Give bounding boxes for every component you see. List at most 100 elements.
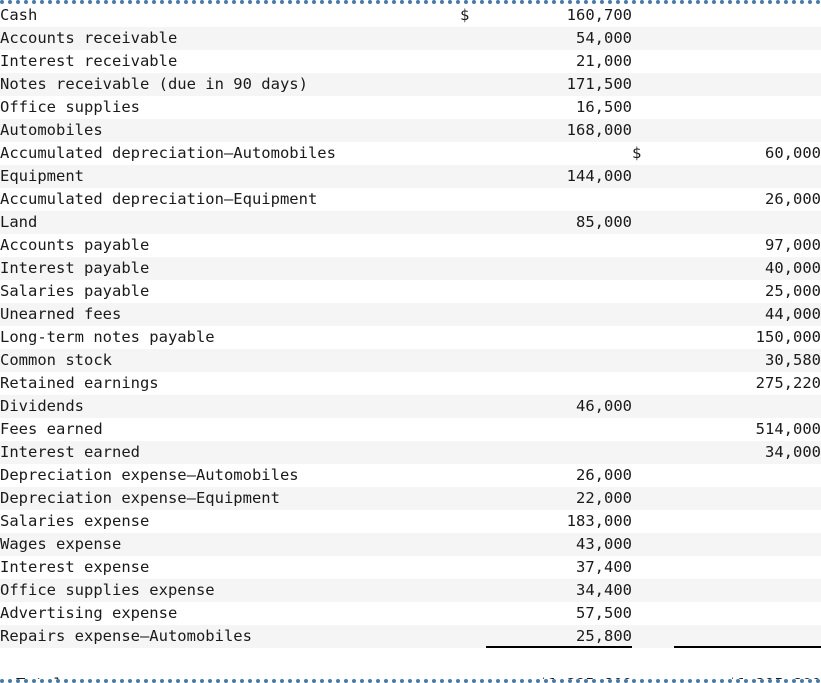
debit-currency-symbol	[460, 234, 486, 257]
table-row: Depreciation expense—Automobiles 26,000	[0, 464, 821, 487]
debit-amount-cell	[486, 418, 632, 441]
table-row: Land 85,000	[0, 211, 821, 234]
credit-amount-cell	[674, 50, 821, 73]
table-row: Salaries expense 183,000	[0, 510, 821, 533]
debit-currency-symbol	[460, 395, 486, 418]
account-name-cell: Long-term notes payable	[0, 328, 215, 346]
table-row: Advertising expense 57,500	[0, 602, 821, 625]
credit-currency-symbol	[632, 280, 674, 303]
credit-currency-symbol	[632, 4, 674, 27]
table-row: Repairs expense—Automobiles 25,800	[0, 625, 821, 648]
credit-amount-cell	[674, 556, 821, 579]
debit-amount-cell: 26,000	[576, 466, 632, 484]
credit-currency-symbol	[632, 487, 674, 510]
totals-credit-amount: $1,295,800	[674, 671, 821, 679]
account-name-cell: Office supplies	[0, 98, 140, 116]
debit-currency-symbol	[460, 625, 486, 648]
account-name-cell: Dividends	[0, 397, 84, 415]
debit-amount-cell	[486, 280, 632, 303]
credit-currency-symbol	[632, 50, 674, 73]
debit-amount-cell: 183,000	[566, 512, 632, 530]
table-row: Interest expense 37,400	[0, 556, 821, 579]
debit-amount-cell: 160,700	[566, 6, 632, 24]
account-name-cell: Interest expense	[0, 558, 150, 576]
credit-amount-cell	[674, 602, 821, 625]
debit-currency-symbol	[460, 464, 486, 487]
debit-amount-cell	[486, 257, 632, 280]
debit-amount-cell: 57,500	[576, 604, 632, 622]
account-name-cell: Retained earnings	[0, 374, 159, 392]
table-row: Cash $160,700	[0, 4, 821, 27]
debit-currency-symbol	[460, 211, 486, 234]
credit-currency-symbol	[632, 556, 674, 579]
account-name-cell: Salaries payable	[0, 282, 150, 300]
debit-currency-symbol	[460, 96, 486, 119]
credit-currency-symbol	[632, 234, 674, 257]
table-row: Notes receivable (due in 90 days) 171,500	[0, 73, 821, 96]
table-row: Interest earned 34,000	[0, 441, 821, 464]
account-name-cell: Office supplies expense	[0, 581, 215, 599]
account-name-cell: Accumulated depreciation—Automobiles	[0, 144, 336, 162]
debit-amount-cell: 16,500	[576, 98, 632, 116]
credit-amount-cell: 150,000	[755, 328, 821, 346]
credit-amount-cell: 44,000	[765, 305, 821, 323]
debit-currency-symbol	[460, 188, 486, 211]
trial-balance-table: Cash $160,700 Accounts receivable 54,000 Int…	[0, 4, 821, 679]
credit-currency-symbol	[632, 418, 674, 441]
credit-amount-cell	[674, 395, 821, 418]
credit-amount-cell: 25,000	[765, 282, 821, 300]
credit-currency-symbol	[632, 257, 674, 280]
credit-currency-symbol	[632, 441, 674, 464]
credit-amount-cell: 40,000	[765, 259, 821, 277]
credit-currency-symbol	[632, 510, 674, 533]
debit-currency-symbol	[460, 280, 486, 303]
totals-spacer-cell	[0, 648, 821, 671]
credit-amount-cell	[674, 487, 821, 510]
account-name-cell: Interest receivable	[0, 52, 178, 70]
totals-debit-amount: $1,295,800	[486, 671, 632, 679]
table-row: Depreciation expense—Equipment 22,000	[0, 487, 821, 510]
account-name-cell: Salaries expense	[0, 512, 150, 530]
credit-amount-cell	[674, 165, 821, 188]
credit-amount-cell: 60,000	[765, 144, 821, 162]
credit-currency-symbol: $	[632, 144, 642, 162]
account-name-cell: Wages expense	[0, 535, 122, 553]
account-name-cell: Depreciation expense—Equipment	[0, 489, 280, 507]
credit-currency-symbol	[632, 165, 674, 188]
debit-currency-symbol	[460, 326, 486, 349]
credit-currency-symbol	[632, 395, 674, 418]
credit-amount-cell: 97,000	[765, 236, 821, 254]
account-name-cell: Notes receivable (due in 90 days)	[0, 75, 308, 93]
table-row: Interest receivable 21,000	[0, 50, 821, 73]
credit-currency-symbol	[632, 464, 674, 487]
credit-currency-symbol	[632, 73, 674, 96]
table-row: Unearned fees 44,000	[0, 303, 821, 326]
account-name-cell: Advertising expense	[0, 604, 178, 622]
credit-amount-cell	[674, 4, 821, 27]
debit-currency-symbol	[460, 372, 486, 395]
debit-amount-cell: 25,800	[486, 625, 632, 648]
debit-currency-symbol	[460, 50, 486, 73]
account-name-cell: Accounts receivable	[0, 29, 178, 47]
table-row: Accounts receivable 54,000	[0, 27, 821, 50]
credit-currency-symbol	[632, 372, 674, 395]
totals-spacer	[0, 648, 821, 671]
credit-currency-symbol	[632, 188, 674, 211]
account-name-cell: Repairs expense—Automobiles	[0, 627, 252, 645]
debit-currency-symbol	[460, 165, 486, 188]
debit-currency-symbol	[460, 441, 486, 464]
credit-currency-symbol	[632, 211, 674, 234]
debit-currency-symbol	[460, 418, 486, 441]
credit-amount-cell	[674, 73, 821, 96]
credit-amount-cell	[674, 119, 821, 142]
debit-amount-cell: 21,000	[576, 52, 632, 70]
credit-amount-cell	[674, 533, 821, 556]
account-name-cell: Fees earned	[0, 420, 103, 438]
debit-amount-cell	[486, 234, 632, 257]
credit-amount-cell	[674, 211, 821, 234]
table-row: Equipment 144,000	[0, 165, 821, 188]
credit-amount-cell: 26,000	[765, 190, 821, 208]
credit-currency-symbol	[632, 96, 674, 119]
credit-amount-cell: 30,580	[765, 351, 821, 369]
table-row: Long-term notes payable 150,000	[0, 326, 821, 349]
